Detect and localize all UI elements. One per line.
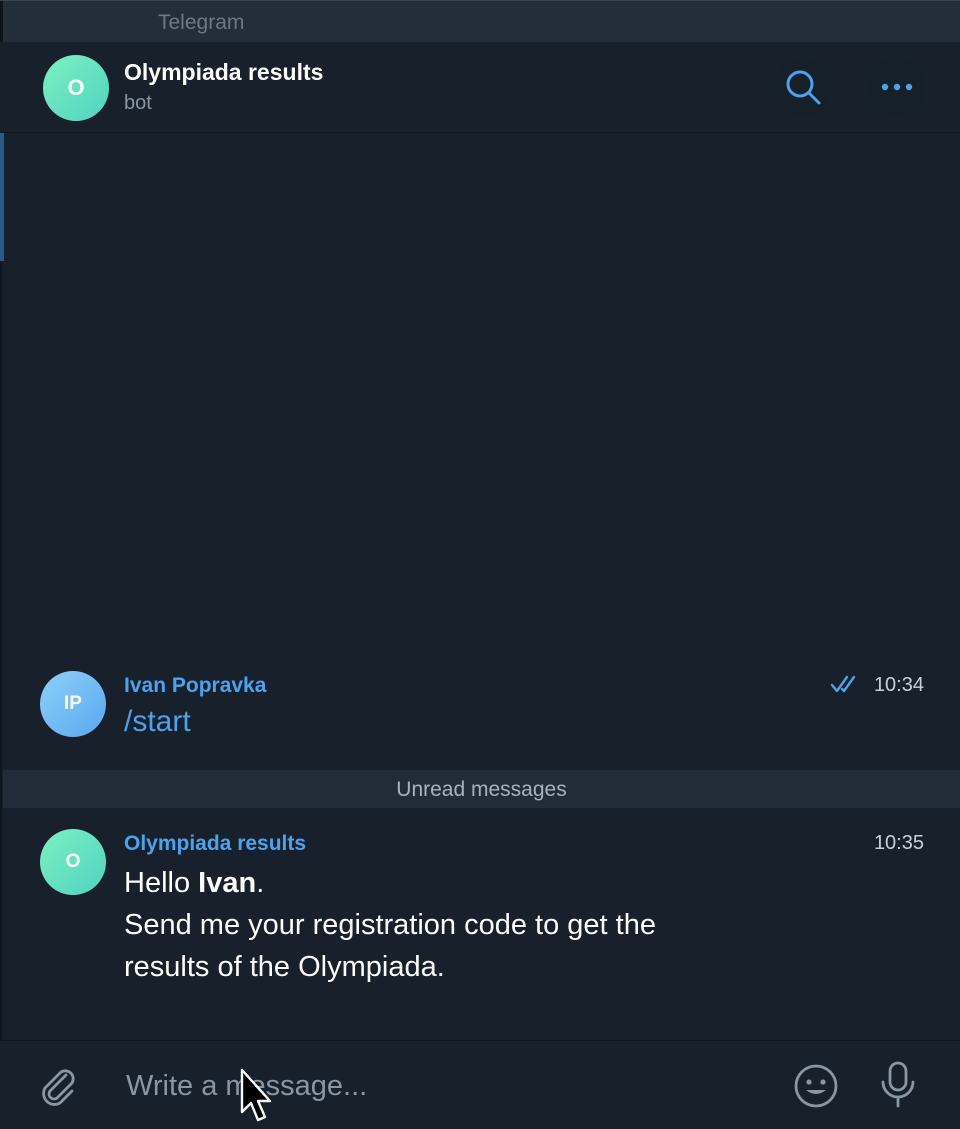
chat-title[interactable]: Olympiada results [124, 59, 323, 86]
sender-avatar[interactable]: O [40, 829, 106, 895]
mouse-cursor-icon [240, 1068, 272, 1122]
search-button[interactable] [774, 58, 832, 116]
chat-header: O Olympiada results bot [0, 42, 960, 133]
message-input[interactable] [124, 1063, 768, 1109]
microphone-icon[interactable] [878, 1060, 918, 1110]
chat-scrollbar[interactable] [0, 133, 4, 261]
window-titlebar: Telegram [0, 0, 960, 43]
message-text: Hello Ivan. Send me your registration co… [124, 862, 864, 988]
sender-avatar[interactable]: IP [40, 671, 106, 737]
paperclip-icon[interactable] [36, 1063, 80, 1107]
app-title: Telegram [158, 11, 245, 34]
message-line: results of the Olympiada. [124, 951, 445, 983]
message-time: 10:34 [873, 674, 924, 696]
smile-icon[interactable] [792, 1062, 840, 1110]
message-sender[interactable]: Olympiada results [124, 832, 306, 856]
unread-divider: Unread messages [3, 770, 960, 808]
message-time: 10:35 [873, 832, 924, 854]
bold-name: Ivan [198, 867, 257, 899]
chat-subtitle: bot [124, 92, 152, 114]
message-line: Hello Ivan. [124, 867, 265, 899]
titlebar-edge [0, 1, 3, 43]
message-sender[interactable]: Ivan Popravka [124, 674, 266, 698]
more-options-button[interactable] [868, 58, 926, 116]
message-composer [0, 1040, 960, 1129]
more-horizontal-icon [881, 83, 913, 91]
message-line: Send me your registration code to get th… [124, 909, 656, 941]
message-item[interactable]: O Olympiada results 10:35 Hello Ivan. Se… [0, 808, 960, 1008]
message-command-link[interactable]: /start [124, 701, 191, 743]
double-check-icon [830, 675, 856, 693]
message-item[interactable]: IP Ivan Popravka 10:34 /start [0, 660, 960, 770]
chat-avatar[interactable]: O [43, 55, 109, 121]
search-icon [786, 70, 821, 105]
